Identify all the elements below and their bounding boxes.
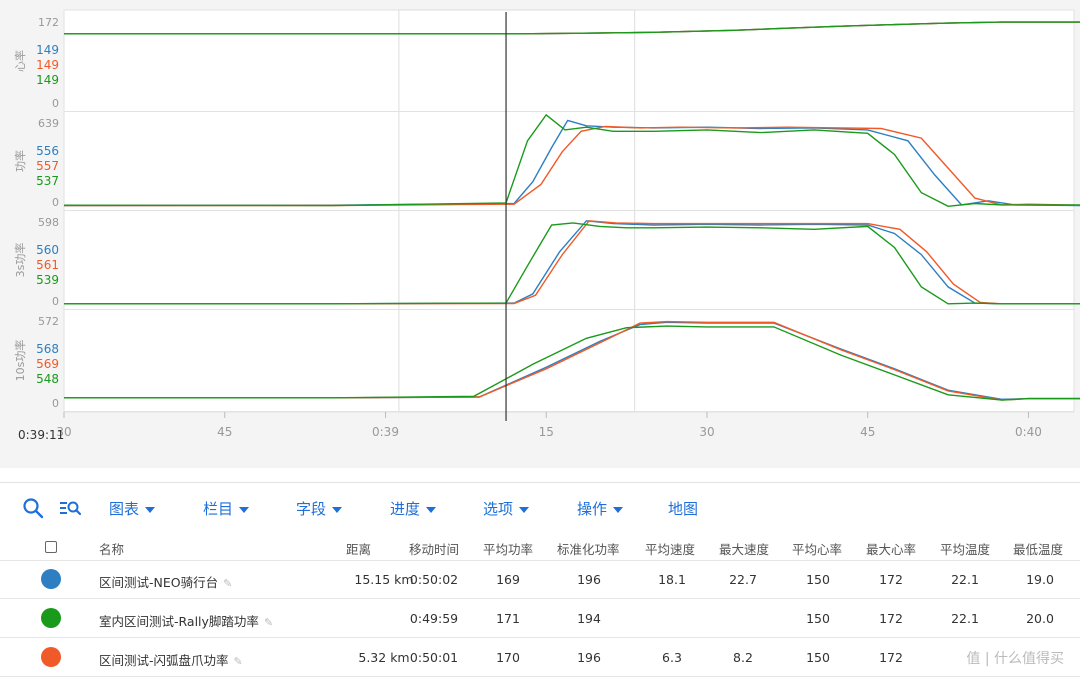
table-cell: 22.1 <box>951 572 979 587</box>
col-max-speed[interactable]: 最大速度 <box>719 539 769 558</box>
search-icon[interactable] <box>22 497 46 521</box>
legend-value: 539 <box>36 273 59 287</box>
table-row[interactable]: 区间测试-NEO骑行台 ✎ 15.15 km 0:50:02 169 196 18.1 22.… <box>0 560 1080 599</box>
table-row[interactable]: 区间测试-闪弧盘爪功率 ✎ 5.32 km 0:50:01 170 196 6.3 8.2 15… <box>0 638 1080 677</box>
table-cell: 22.7 <box>729 572 757 587</box>
col-avg-power[interactable]: 平均功率 <box>483 539 533 558</box>
table-header: 名称 距离 移动时间 平均功率 标准化功率 平均速度 最大速度 平均心率 最大心… <box>0 533 1080 561</box>
col-name[interactable]: 名称 <box>99 539 124 558</box>
legend-value: 537 <box>36 174 59 188</box>
table-cell: 196 <box>577 572 601 587</box>
table-cell: 20.0 <box>1026 611 1054 626</box>
table-cell: 196 <box>577 650 601 665</box>
activity-name-text: 区间测试-闪弧盘爪功率 <box>99 653 229 668</box>
panel-zero-tick: 0 <box>52 196 59 209</box>
panel-zero-tick: 0 <box>52 97 59 110</box>
col-avg-hr[interactable]: 平均心率 <box>792 539 842 558</box>
x-tick-label: 45 <box>217 425 232 439</box>
legend-value: 569 <box>36 357 59 371</box>
legend-value: 556 <box>36 144 59 158</box>
legend-value: 548 <box>36 372 59 386</box>
legend-value: 149 <box>36 43 59 57</box>
series-color-dot[interactable] <box>41 608 61 628</box>
col-moving-time[interactable]: 移动时间 <box>409 539 459 558</box>
panel-top-tick: 572 <box>38 315 59 328</box>
col-max-hr[interactable]: 最大心率 <box>866 539 916 558</box>
table-cell: 150 <box>806 650 830 665</box>
table-cell: 8.2 <box>733 650 753 665</box>
panel-ylabel: 10s功率 <box>13 340 27 382</box>
legend-value: 568 <box>36 342 59 356</box>
zoom-list-icon[interactable] <box>58 497 82 521</box>
table-cell: 170 <box>496 650 520 665</box>
watermark: 值 | 什么值得买 <box>966 651 1064 667</box>
table-row[interactable]: 室内区间测试-Rally脚踏功率 ✎ 0:49:59 171 194 150 172 22.1… <box>0 599 1080 638</box>
menu-map[interactable]: 地图 <box>668 498 698 519</box>
table-cell: 18.1 <box>658 572 686 587</box>
table-cell: 0:50:01 <box>409 650 459 665</box>
multi-panel-chart[interactable]: 心率1720149149149功率63905565575373s功率598056… <box>0 0 1080 468</box>
legend-value: 557 <box>36 159 59 173</box>
menu-columns[interactable]: 栏目 <box>203 498 250 519</box>
panel-ylabel: 心率 <box>13 50 27 72</box>
table-cell: 194 <box>577 611 601 626</box>
panel-ylabel: 功率 <box>13 150 27 172</box>
table-cell: 22.1 <box>951 611 979 626</box>
legend-value: 560 <box>36 243 59 257</box>
table-cell: 169 <box>496 572 520 587</box>
edit-pencil-icon[interactable]: ✎ <box>264 616 273 629</box>
col-distance[interactable]: 距离 <box>346 539 371 558</box>
menu-options[interactable]: 选项 <box>483 498 530 519</box>
table-cell: 150 <box>806 611 830 626</box>
col-avg-speed[interactable]: 平均速度 <box>645 539 695 558</box>
table-cell: 172 <box>879 650 903 665</box>
activity-name-text: 室内区间测试-Rally脚踏功率 <box>99 614 259 629</box>
table-cell: 15.15 km <box>354 572 414 587</box>
panel-zero-tick: 0 <box>52 295 59 308</box>
select-all-checkbox[interactable] <box>45 541 57 553</box>
table-cell: 171 <box>496 611 520 626</box>
menu-chart[interactable]: 图表 <box>109 498 156 519</box>
table-cell: 5.32 km <box>358 650 410 665</box>
series-color-dot[interactable] <box>41 647 61 667</box>
activity-name[interactable]: 室内区间测试-Rally脚踏功率 ✎ <box>99 611 273 630</box>
edit-pencil-icon[interactable]: ✎ <box>234 655 243 668</box>
activity-name[interactable]: 区间测试-闪弧盘爪功率 ✎ <box>99 650 243 669</box>
table-cell: 172 <box>879 611 903 626</box>
edit-pencil-icon[interactable]: ✎ <box>223 577 232 590</box>
legend-value: 149 <box>36 58 59 72</box>
activity-name[interactable]: 区间测试-NEO骑行台 ✎ <box>99 572 232 591</box>
table-cell: 150 <box>806 572 830 587</box>
col-np[interactable]: 标准化功率 <box>557 539 620 558</box>
table-cell: 19.0 <box>1026 572 1054 587</box>
col-min-temp[interactable]: 最低温度 <box>1013 539 1063 558</box>
x-tick-label: 0:39 <box>372 425 399 439</box>
col-avg-temp[interactable]: 平均温度 <box>940 539 990 558</box>
menu-actions[interactable]: 操作 <box>577 498 624 519</box>
chart-area[interactable]: 心率 172 0 149 149 149 功率 639 0 556 557 537 3s功率 598 0 56… <box>0 0 1080 468</box>
x-tick-label: 45 <box>860 425 875 439</box>
x-tick-label: 0:40 <box>1015 425 1042 439</box>
panel-zero-tick: 0 <box>52 397 59 410</box>
series-color-dot[interactable] <box>41 569 61 589</box>
cursor-time-label: 0:39:11 <box>18 428 65 442</box>
x-tick-label: 15 <box>539 425 554 439</box>
table-cell: 172 <box>879 572 903 587</box>
toolbar: 图表 栏目 字段 进度 选项 操作 地图 <box>0 482 1080 533</box>
menu-progress[interactable]: 进度 <box>390 498 437 519</box>
panel-top-tick: 639 <box>38 117 59 130</box>
legend-value: 561 <box>36 258 59 272</box>
table-cell: 6.3 <box>662 650 682 665</box>
panel-top-tick: 598 <box>38 216 59 229</box>
x-tick-label: 30 <box>699 425 714 439</box>
panel-top-tick: 172 <box>38 16 59 29</box>
table-cell: 0:49:59 <box>409 611 459 626</box>
table-cell: 0:50:02 <box>409 572 459 587</box>
legend-value: 149 <box>36 73 59 87</box>
panel-ylabel: 3s功率 <box>13 243 27 278</box>
menu-fields[interactable]: 字段 <box>296 498 343 519</box>
activity-name-text: 区间测试-NEO骑行台 <box>99 575 219 590</box>
